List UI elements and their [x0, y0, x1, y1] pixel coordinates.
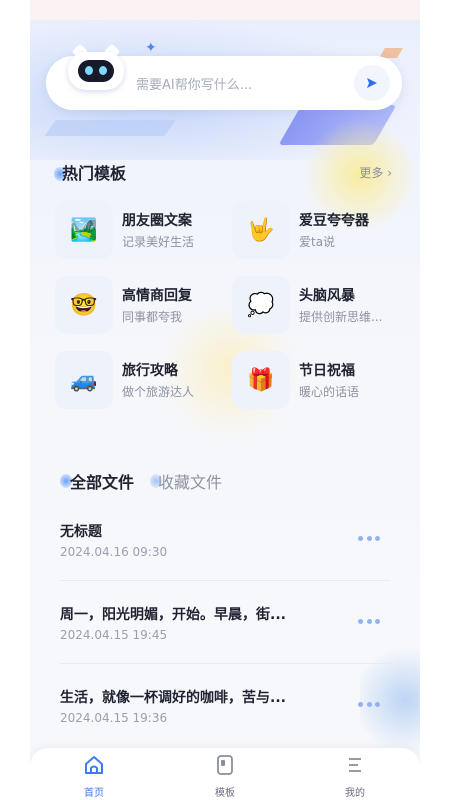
tab-favorite-files[interactable]: 收藏文件 [158, 469, 222, 493]
more-templates-link[interactable]: 更多 › [359, 164, 392, 181]
section-title-templates: 热门模板 [62, 164, 127, 183]
template-card[interactable]: 💭 头脑风暴 提供创新思维... [232, 275, 392, 337]
template-subtitle: 暖心的话语 [299, 385, 360, 399]
home-icon [85, 756, 103, 774]
divider [60, 663, 390, 664]
file-date: 2024.04.16 09:30 [60, 545, 168, 559]
nav-mine[interactable]: 我的 [325, 754, 385, 799]
file-item[interactable]: 生活，就像一杯调好的咖啡，苦与... 2024.04.15 19:36 [60, 687, 390, 757]
template-title: 高情商回复 [122, 288, 192, 304]
template-title: 朋友圈文案 [122, 213, 192, 229]
template-card[interactable]: 🎁 节日祝福 暖心的话语 [232, 350, 392, 412]
nav-home[interactable]: 首页 [64, 754, 124, 799]
decor-slab [278, 105, 397, 145]
divider [60, 580, 390, 581]
nav-home-label: 首页 [84, 788, 104, 799]
love-you-gesture-icon: 🤟 [232, 201, 290, 259]
gift-icon: 🎁 [232, 351, 290, 409]
send-icon [367, 78, 377, 88]
file-title: 无标题 [60, 524, 102, 540]
landscape-picture-icon: 🏞️ [55, 201, 113, 259]
template-card[interactable]: 🤟 爱豆夸夸器 爱ta说 [232, 200, 392, 262]
template-card[interactable]: 🏞️ 朋友圈文案 记录美好生活 [55, 200, 215, 262]
status-bar [30, 0, 420, 20]
template-title: 节日祝福 [299, 363, 355, 379]
file-date: 2024.04.15 19:45 [60, 628, 168, 642]
thought-bubble-icon: 💭 [232, 276, 290, 334]
menu-icon [349, 758, 361, 772]
file-title: 生活，就像一杯调好的咖啡，苦与... [60, 690, 286, 706]
template-subtitle: 同事都夸我 [122, 310, 183, 324]
template-subtitle: 做个旅游达人 [122, 385, 195, 399]
more-options-icon[interactable] [358, 533, 380, 543]
more-options-icon[interactable] [358, 616, 380, 626]
car-icon: 🚙 [55, 351, 113, 409]
template-title: 头脑风暴 [299, 288, 355, 304]
nav-templates-label: 模板 [215, 788, 235, 799]
nav-mine-label: 我的 [345, 788, 365, 799]
template-card[interactable]: 🚙 旅行攻略 做个旅游达人 [55, 350, 215, 412]
nav-templates[interactable]: 模板 [195, 754, 255, 799]
template-card[interactable]: 🤓 高情商回复 同事都夸我 [55, 275, 215, 337]
template-subtitle: 提供创新思维... [299, 310, 383, 324]
sparkle-icon: ✦ [145, 40, 157, 56]
bottom-navigation: 首页 模板 我的 [30, 748, 420, 800]
ai-prompt-input[interactable]: 需要AI帮你写什么... [136, 74, 252, 93]
tab-all-files[interactable]: 全部文件 [70, 469, 134, 493]
file-title: 周一，阳光明媚，开始。早晨，街... [60, 607, 286, 623]
more-options-icon[interactable] [358, 699, 380, 709]
file-date: 2024.04.15 19:36 [60, 711, 168, 725]
send-button[interactable] [354, 65, 390, 101]
app-screen: 需要AI帮你写什么... ✦ 热门模板 更多 › 🏞️ 朋友圈文案 记录美好生活… [30, 0, 420, 800]
template-subtitle: 爱ta说 [299, 235, 336, 249]
nerd-face-icon: 🤓 [55, 276, 113, 334]
robot-mascot-icon [68, 43, 124, 90]
template-title: 爱豆夸夸器 [299, 213, 369, 229]
template-subtitle: 记录美好生活 [122, 235, 195, 249]
template-title: 旅行攻略 [122, 363, 178, 379]
template-icon [217, 755, 233, 775]
decor-slab [44, 120, 176, 136]
